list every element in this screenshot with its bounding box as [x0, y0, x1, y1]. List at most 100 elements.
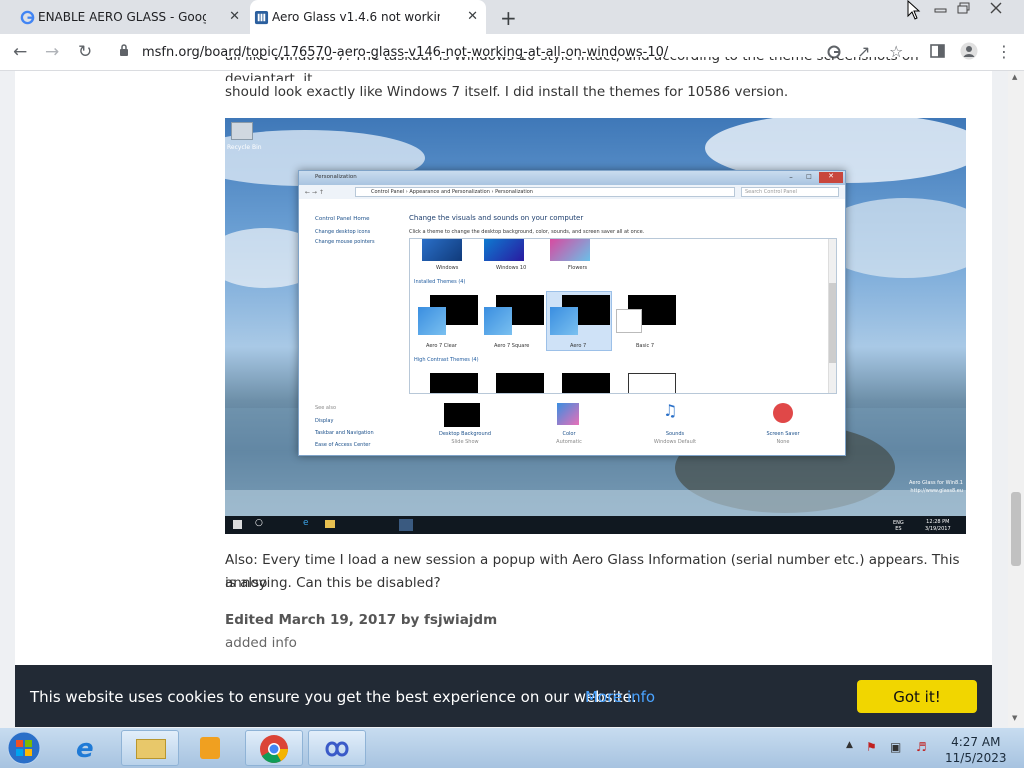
window-titlebar [299, 171, 845, 185]
sidebar-links: Control Panel Home Change desktop icons … [315, 212, 375, 247]
win10-lang-indicator: ENG ES [893, 520, 904, 532]
theme-label: Aero 7 [570, 343, 587, 349]
breadcrumb-item[interactable]: Appearance and Personalization [409, 189, 490, 195]
minimize-button[interactable] [929, 2, 953, 16]
new-tab-button[interactable]: + [500, 6, 517, 30]
breadcrumb-item[interactable]: Control Panel [371, 189, 404, 195]
taskbar-chrome-button[interactable] [245, 730, 303, 766]
volume-muted-icon[interactable]: ♬ [916, 740, 927, 754]
close-tab-icon[interactable]: ✕ [229, 9, 240, 24]
high-contrast-label: High Contrast Themes (4) [414, 357, 479, 363]
breadcrumb-item[interactable]: Personalization [495, 189, 533, 195]
action-center-icon[interactable]: ⚑ [866, 740, 877, 754]
bottom-link[interactable]: Screen Saver [753, 431, 813, 437]
win10-time: 12:28 PM [926, 519, 950, 525]
screen-saver-icon[interactable] [773, 403, 793, 423]
minimize-icon[interactable]: – [783, 173, 799, 182]
lang-sub: ES [895, 526, 902, 532]
scroll-up-icon[interactable]: ▲ [1012, 73, 1017, 81]
see-also-link[interactable]: Ease of Access Center [315, 439, 374, 451]
theme-list-scroll-thumb[interactable] [829, 283, 836, 363]
theme-thumb[interactable] [562, 373, 610, 393]
post-screenshot-image[interactable]: Recycle Bin Personalization – □ ✕ ← → ↑ … [225, 118, 966, 534]
aero-clear-color-icon [418, 307, 446, 335]
tab-strip: ENABLE AERO GLASS - Google S ✕ Aero Glas… [0, 0, 1024, 34]
personalization-window: Personalization – □ ✕ ← → ↑ Control Pane… [298, 170, 846, 456]
explorer-icon[interactable] [325, 520, 335, 528]
tab-title: Aero Glass v1.4.6 not working at [272, 10, 440, 24]
close-icon[interactable]: ✕ [819, 172, 843, 183]
window-title: Personalization [315, 174, 357, 180]
theme-label: Aero 7 Clear [426, 343, 457, 349]
os-clock[interactable]: 4:27 AM 11/5/2023 [945, 734, 1007, 766]
edge-icon[interactable]: e [303, 518, 309, 528]
theme-thumb[interactable] [550, 239, 590, 261]
see-also-link[interactable]: Taskbar and Navigation [315, 427, 374, 439]
theme-label: Windows [436, 265, 459, 271]
main-subheading: Click a theme to change the desktop back… [409, 229, 645, 235]
bottom-link[interactable]: Desktop Background [435, 431, 495, 437]
post-text-line: should look exactly like Windows 7 itsel… [225, 84, 789, 100]
theme-label: Flowers [568, 265, 588, 271]
sounds-icon[interactable]: ♫ [663, 401, 677, 420]
win10-start-icon[interactable] [233, 520, 242, 529]
sidebar-link[interactable]: Control Panel Home [315, 212, 375, 227]
taskbar-app-icon[interactable] [399, 519, 413, 531]
windows-start-icon[interactable] [4, 730, 44, 766]
nav-arrows-icon[interactable]: ← → ↑ [305, 189, 324, 196]
os-date: 11/5/2023 [945, 751, 1007, 765]
taskbar-explorer-button[interactable] [121, 730, 179, 766]
bottom-link[interactable]: Sounds [645, 431, 705, 437]
close-window-button[interactable] [984, 2, 1008, 16]
installed-themes-label: Installed Themes (4) [414, 279, 466, 285]
basic-color-icon [616, 309, 642, 333]
win10-taskbar [225, 516, 966, 534]
theme-thumb[interactable] [422, 239, 462, 261]
cookie-message: This website uses cookies to ensure you … [30, 688, 637, 706]
scrollbar-thumb[interactable] [1011, 492, 1021, 566]
post-text-line: all like Windows 7. The taskbar is Windo… [225, 57, 919, 81]
taskbar-app-button[interactable] [308, 730, 366, 766]
side-panel-icon[interactable] [930, 44, 945, 58]
win10-date: 3/19/2017 [925, 526, 951, 532]
theme-thumb[interactable] [496, 373, 544, 393]
restore-button[interactable] [952, 2, 976, 16]
see-also-links: Display Taskbar and Navigation Ease of A… [315, 415, 374, 451]
internet-explorer-icon[interactable]: e [62, 730, 118, 766]
recycle-bin-icon[interactable] [231, 122, 253, 140]
theme-thumb[interactable] [484, 239, 524, 261]
win10-clock: 12:28 PM 3/19/2017 [925, 519, 951, 533]
lock-icon[interactable] [119, 44, 129, 56]
search-control-panel-input[interactable]: Search Control Panel [741, 187, 839, 197]
show-hidden-icons[interactable]: ▲ [846, 740, 853, 750]
see-also-link[interactable]: Display [315, 415, 374, 427]
network-icon[interactable]: ▣ [890, 740, 901, 754]
media-player-icon[interactable] [182, 730, 240, 766]
sidebar-link[interactable]: Change desktop icons [315, 227, 375, 237]
folder-icon [136, 739, 166, 759]
win10-search-icon[interactable]: ○ [255, 518, 263, 528]
tab-google-search[interactable]: ENABLE AERO GLASS - Google S ✕ [16, 0, 248, 34]
bottom-sublabel: None [776, 439, 790, 445]
back-arrow-icon[interactable]: ← [13, 42, 27, 62]
close-tab-icon[interactable]: ✕ [467, 9, 478, 24]
recycle-bin-label: Recycle Bin [227, 144, 262, 151]
reload-icon[interactable]: ↻ [78, 42, 92, 62]
forward-arrow-icon[interactable]: → [45, 42, 59, 62]
maximize-icon[interactable]: □ [801, 173, 817, 182]
color-icon[interactable] [557, 403, 579, 425]
bottom-sublabel: Slide Show [451, 439, 479, 445]
breadcrumb: Control Panel › Appearance and Personali… [371, 189, 533, 195]
bottom-link[interactable]: Color [539, 431, 599, 437]
more-info-link[interactable]: More info [585, 688, 655, 706]
theme-thumb[interactable] [430, 373, 478, 393]
got-it-button[interactable]: Got it! [857, 680, 977, 713]
theme-thumb[interactable] [628, 373, 676, 393]
desktop-background-icon[interactable] [444, 403, 480, 427]
tab-msfn[interactable]: Aero Glass v1.4.6 not working at ✕ [250, 0, 486, 34]
page-scrollbar[interactable]: ▲ ▼ [1008, 71, 1024, 727]
sidebar-link[interactable]: Change mouse pointers [315, 237, 375, 247]
theme-list: Windows Windows 10 Flowers Installed The… [409, 238, 837, 394]
scroll-down-icon[interactable]: ▼ [1012, 714, 1017, 722]
more-menu-icon[interactable]: ⋮ [996, 42, 1012, 61]
